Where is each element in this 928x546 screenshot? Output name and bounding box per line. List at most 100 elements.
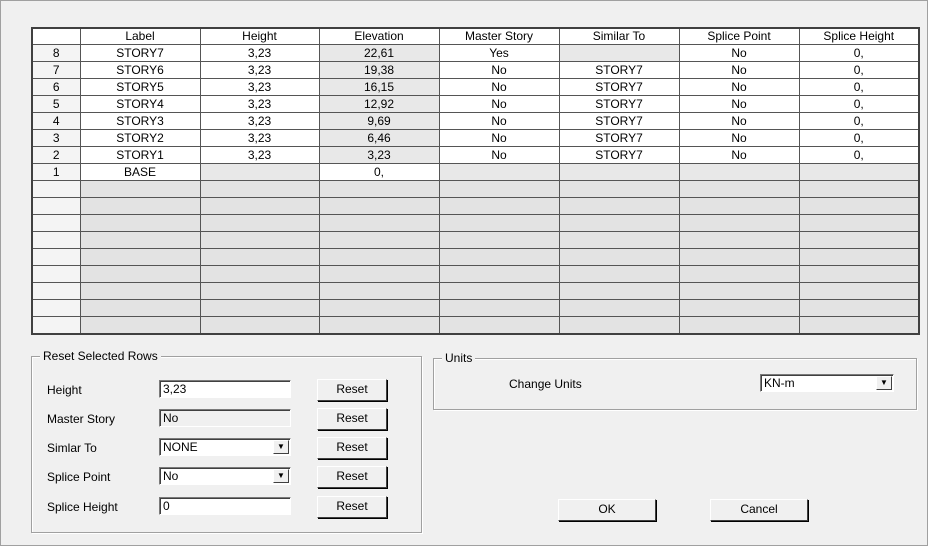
grid-cell[interactable] [79,214,201,232]
row-number-cell[interactable] [31,180,81,198]
grid-cell[interactable] [558,299,680,317]
grid-cell[interactable]: STORY1 [79,146,201,164]
grid-cell[interactable]: 0, [798,78,920,96]
grid-cell[interactable] [199,316,320,335]
grid-cell[interactable] [798,282,920,300]
grid-cell[interactable] [438,214,560,232]
grid-cell[interactable]: STORY5 [79,78,201,96]
grid-cell[interactable] [678,231,800,249]
grid-cell[interactable]: No [438,112,560,130]
grid-cell[interactable] [558,163,680,181]
row-number-cell[interactable] [31,248,81,266]
grid-cell[interactable]: No [678,61,800,79]
grid-cell[interactable] [558,180,680,198]
grid-cell[interactable] [79,180,201,198]
grid-column-header[interactable]: Label [79,27,201,45]
grid-cell[interactable] [678,265,800,283]
grid-cell[interactable] [79,282,201,300]
empty-table-row[interactable] [31,231,920,249]
grid-cell[interactable] [318,180,440,198]
grid-cell[interactable] [79,265,201,283]
grid-cell[interactable]: No [678,146,800,164]
empty-table-row[interactable] [31,265,920,283]
row-number-cell[interactable]: 7 [31,61,81,79]
grid-cell[interactable] [438,282,560,300]
reset-splice-point-button[interactable]: Reset [317,466,387,488]
row-number-cell[interactable] [31,197,81,215]
grid-cell[interactable] [318,248,440,266]
grid-cell[interactable] [79,231,201,249]
empty-table-row[interactable] [31,248,920,266]
grid-cell[interactable] [318,265,440,283]
grid-cell[interactable]: 0, [798,112,920,130]
grid-cell[interactable] [438,180,560,198]
row-number-cell[interactable] [31,231,81,249]
empty-table-row[interactable] [31,316,920,335]
similar-to-select[interactable]: NONE ▼ [159,438,291,456]
row-number-cell[interactable]: 6 [31,78,81,96]
story-data-grid[interactable]: Label Height Elevation Master Story Similar … [31,27,920,335]
chevron-down-icon[interactable]: ▼ [273,440,289,454]
grid-cell[interactable] [558,316,680,335]
grid-cell[interactable] [438,248,560,266]
grid-cell[interactable] [199,163,320,181]
grid-cell[interactable] [318,316,440,335]
grid-cell[interactable]: 0, [798,95,920,113]
grid-cell[interactable]: STORY7 [558,112,680,130]
grid-cell[interactable] [199,248,320,266]
empty-table-row[interactable] [31,180,920,198]
grid-cell[interactable]: STORY7 [558,146,680,164]
reset-splice-height-button[interactable]: Reset [317,496,387,518]
grid-cell[interactable] [798,316,920,335]
grid-cell[interactable]: No [678,95,800,113]
grid-cell[interactable]: No [678,112,800,130]
grid-cell[interactable] [438,299,560,317]
grid-cell[interactable] [798,231,920,249]
grid-cell[interactable]: 19,38 [318,61,440,79]
grid-cell[interactable]: 0, [798,61,920,79]
row-number-cell[interactable]: 8 [31,44,81,62]
table-row[interactable]: 6 STORY5 3,23 16,15 No STORY7 No 0, [31,78,920,96]
grid-cell[interactable] [678,248,800,266]
grid-cell[interactable] [798,180,920,198]
grid-cell[interactable] [558,197,680,215]
grid-cell[interactable] [798,163,920,181]
grid-column-header[interactable]: Master Story [438,27,560,45]
grid-cell[interactable] [678,316,800,335]
grid-cell[interactable]: STORY2 [79,129,201,147]
grid-cell[interactable] [318,231,440,249]
grid-cell[interactable] [318,282,440,300]
grid-cell[interactable] [199,265,320,283]
grid-cell[interactable] [199,197,320,215]
empty-table-row[interactable] [31,282,920,300]
grid-cell[interactable]: No [438,129,560,147]
grid-cell[interactable]: STORY4 [79,95,201,113]
grid-cell[interactable] [678,282,800,300]
ok-button[interactable]: OK [558,499,656,521]
grid-cell[interactable]: BASE [79,163,201,181]
grid-cell[interactable] [438,197,560,215]
grid-column-header[interactable]: Similar To [558,27,680,45]
row-number-cell[interactable] [31,214,81,232]
grid-cell[interactable] [199,282,320,300]
grid-cell[interactable]: No [438,61,560,79]
grid-cell[interactable]: 16,15 [318,78,440,96]
reset-similar-to-button[interactable]: Reset [317,437,387,459]
empty-table-row[interactable] [31,299,920,317]
grid-cell[interactable] [199,231,320,249]
grid-cell[interactable]: 3,23 [318,146,440,164]
empty-table-row[interactable] [31,197,920,215]
grid-cell[interactable]: STORY3 [79,112,201,130]
row-number-cell[interactable]: 5 [31,95,81,113]
empty-table-row[interactable] [31,214,920,232]
grid-cell[interactable]: STORY7 [558,78,680,96]
grid-cell[interactable] [798,248,920,266]
grid-corner-header[interactable] [31,27,81,45]
chevron-down-icon[interactable]: ▼ [273,469,289,483]
table-row[interactable]: 7 STORY6 3,23 19,38 No STORY7 No 0, [31,61,920,79]
grid-cell[interactable]: 0, [318,163,440,181]
grid-cell[interactable] [79,299,201,317]
grid-cell[interactable]: 3,23 [199,112,320,130]
grid-column-header[interactable]: Height [199,27,320,45]
grid-cell[interactable] [678,180,800,198]
